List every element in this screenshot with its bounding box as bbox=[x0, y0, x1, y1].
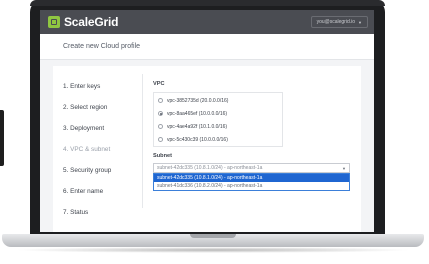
wizard-step-enter-name[interactable]: 6. Enter name bbox=[63, 188, 103, 195]
vpc-option-label: vpc-3852735d (20.0.0.0/16) bbox=[167, 97, 229, 104]
app-screen: ScaleGrid you@scalegrid.io ▼ Create new … bbox=[40, 10, 374, 232]
left-edge-marker bbox=[0, 110, 4, 166]
vpc-option[interactable]: vpc-4ae4a92f (10.1.0.0/16) bbox=[158, 122, 227, 131]
radio-icon bbox=[158, 98, 163, 103]
subnet-dropdown-menu: subnet-42dc335 (10.8.1.0/24) - ap-northe… bbox=[153, 173, 350, 191]
wizard-step-select-region[interactable]: 2. Select region bbox=[63, 104, 107, 111]
wizard-step-status[interactable]: 7. Status bbox=[63, 209, 88, 216]
laptop-base-notch bbox=[190, 234, 236, 238]
subnet-label: Subnet bbox=[153, 153, 172, 159]
brand-logo[interactable]: ScaleGrid bbox=[48, 15, 118, 29]
vpc-option-label: vpc-5c430c39 (10.0.0.0/16) bbox=[167, 136, 228, 143]
brand-name: ScaleGrid bbox=[64, 15, 119, 29]
vpc-option-label: vpc-4ae4a92f (10.1.0.0/16) bbox=[167, 123, 228, 130]
wizard-step-deployment[interactable]: 3. Deployment bbox=[63, 125, 104, 132]
steps-divider bbox=[142, 74, 143, 208]
page-title: Create new Cloud profile bbox=[63, 43, 141, 50]
subnet-option[interactable]: subnet-42dc335 (10.8.1.0/24) - ap-northe… bbox=[154, 174, 349, 182]
user-menu-label: you@scalegrid.io bbox=[316, 19, 356, 25]
vpc-radio-list: vpc-3852735d (20.0.0.0/16) vpc-8aa465ef … bbox=[153, 92, 283, 147]
wizard-step-enter-keys[interactable]: 1. Enter keys bbox=[63, 83, 100, 90]
page-header: Create new Cloud profile bbox=[40, 34, 374, 60]
wizard-panel: 1. Enter keys 2. Select region 3. Deploy… bbox=[53, 66, 361, 232]
laptop-bezel-top bbox=[30, 0, 385, 6]
radio-icon bbox=[158, 137, 163, 142]
scalegrid-logo-icon bbox=[48, 16, 60, 28]
wizard-step-security-group[interactable]: 5. Security group bbox=[63, 167, 111, 174]
vpc-option[interactable]: vpc-8aa465ef (10.0.0.0/16) bbox=[158, 109, 227, 118]
radio-icon bbox=[158, 124, 163, 129]
subnet-select-value: subnet-42dc335 (10.8.1.0/24) - ap-northe… bbox=[157, 165, 263, 171]
laptop-shadow bbox=[14, 247, 412, 253]
chevron-down-icon: ▼ bbox=[342, 166, 346, 171]
subnet-option[interactable]: subnet-41dc336 (10.8.2.0/24) - ap-northe… bbox=[154, 182, 349, 190]
user-menu[interactable]: you@scalegrid.io ▼ bbox=[310, 16, 368, 28]
subnet-select[interactable]: subnet-42dc335 (10.8.1.0/24) - ap-northe… bbox=[153, 163, 350, 173]
chevron-down-icon: ▼ bbox=[358, 19, 362, 25]
vpc-option[interactable]: vpc-3852735d (20.0.0.0/16) bbox=[158, 96, 228, 105]
vpc-label: VPC bbox=[153, 81, 165, 87]
vpc-option[interactable]: vpc-5c430c39 (10.0.0.0/16) bbox=[158, 135, 228, 144]
wizard-step-vpc-subnet[interactable]: 4. VPC & subnet bbox=[63, 146, 110, 153]
vpc-option-label: vpc-8aa465ef (10.0.0.0/16) bbox=[167, 110, 228, 117]
radio-icon bbox=[158, 111, 163, 116]
top-navbar: ScaleGrid you@scalegrid.io ▼ bbox=[40, 10, 374, 34]
